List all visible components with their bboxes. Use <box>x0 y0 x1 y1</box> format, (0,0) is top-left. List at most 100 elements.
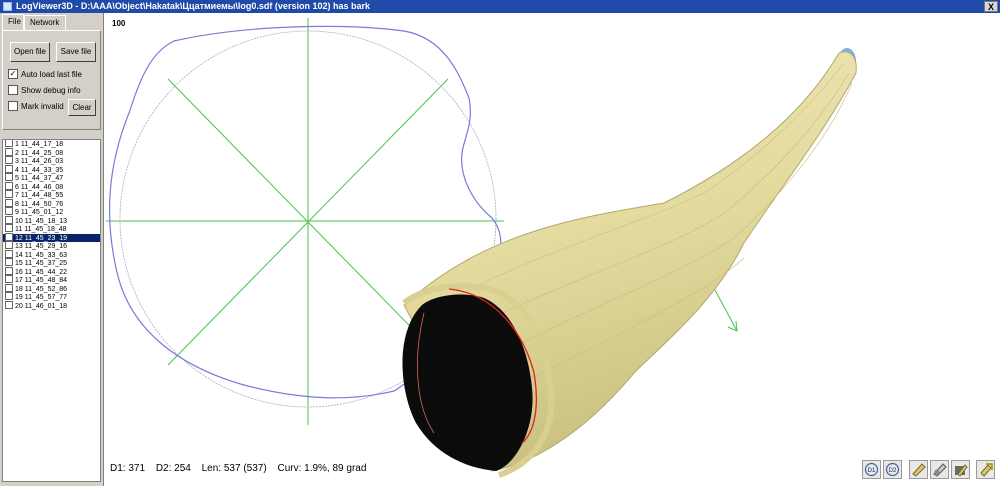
checkbox-icon[interactable] <box>5 249 13 258</box>
list-item-label: 17 11_45_48_84 <box>15 276 68 284</box>
checkbox-icon[interactable] <box>5 156 13 164</box>
list-item-label: 20 11_46_01_18 <box>15 302 68 310</box>
list-item[interactable]: 14 11_45_33_63 <box>3 249 100 260</box>
3d-viewport[interactable]: 100 D1: 371 D2: 254 Len: 537 (537) Curv:… <box>104 13 1000 486</box>
checkbox-icon[interactable] <box>5 283 13 292</box>
d2-view-button[interactable]: D2 <box>883 460 902 479</box>
list-item-label: 4 11_44_33_35 <box>15 166 64 174</box>
list-item[interactable]: 12 11_45_23_19 <box>3 232 100 242</box>
list-item[interactable]: 1 11_44_17_18 <box>3 140 100 149</box>
checkmark-icon: ✓ <box>8 68 18 79</box>
list-item[interactable]: 20 11_46_01_18 <box>3 300 100 311</box>
list-item-label: 13 11_45_29_16 <box>15 242 68 250</box>
list-item-label: 7 11_44_48_55 <box>15 191 64 199</box>
list-item[interactable]: 2 11_44_25_08 <box>3 147 100 158</box>
checkbox-icon[interactable] <box>5 173 13 181</box>
length-value: Len: 537 (537) <box>201 463 267 474</box>
log-file-list[interactable]: 1 11_44_17_18 2 11_44_25_08 3 11_44_26_03 4… <box>2 139 101 482</box>
list-item[interactable]: 19 11_45_57_77 <box>3 292 100 302</box>
rotate-button[interactable] <box>976 460 995 479</box>
list-item-label: 18 11_45_52_86 <box>15 285 68 293</box>
list-item[interactable]: 6 11_44_46_08 <box>3 181 100 192</box>
list-item[interactable]: 8 11_44_50_76 <box>3 198 100 209</box>
list-item-label: 6 11_44_46_08 <box>15 183 64 191</box>
mark-invalid-checkbox[interactable]: Mark invalid <box>8 100 64 113</box>
checkbox-icon[interactable] <box>5 266 13 275</box>
list-item-label: 19 11_45_57_77 <box>15 293 68 301</box>
list-item-label: 2 11_44_25_08 <box>15 149 64 157</box>
checkbox-icon[interactable] <box>5 164 13 173</box>
open-file-button[interactable]: Open file <box>10 42 50 62</box>
list-item[interactable]: 15 11_45_37_25 <box>3 258 100 268</box>
list-item-label: 12 11_45_23_19 <box>15 234 68 242</box>
tab-network[interactable]: Network <box>24 15 66 30</box>
checkbox-icon[interactable] <box>5 241 13 249</box>
svg-text:D2: D2 <box>889 468 897 474</box>
window-title: LogViewer3D - D:\AAA\Object\Hakatak\Ццат… <box>16 1 370 11</box>
list-item-label: 14 11_45_33_63 <box>15 251 68 259</box>
checkbox-icon[interactable] <box>5 275 13 283</box>
d2-value: D2: 254 <box>155 463 191 474</box>
checkbox-icon[interactable] <box>5 232 13 241</box>
show-debug-label: Show debug info <box>21 86 81 95</box>
show-debug-checkbox[interactable]: Show debug info <box>8 84 81 97</box>
list-item-label: 1 11_44_17_18 <box>15 140 64 148</box>
left-panel: File Network Open file Save file ✓ Auto l… <box>0 13 104 486</box>
list-item[interactable]: 7 11_44_48_55 <box>3 190 100 200</box>
log-box-icon <box>955 464 968 477</box>
list-item-label: 5 11_44_37_47 <box>15 174 64 182</box>
svg-text:D1: D1 <box>868 468 876 474</box>
auto-load-label: Auto load last file <box>21 70 82 79</box>
list-item[interactable]: 5 11_44_37_47 <box>3 173 100 183</box>
list-item[interactable]: 18 11_45_52_86 <box>3 283 100 294</box>
list-item[interactable]: 9 11_45_01_12 <box>3 207 100 217</box>
log-settings-button[interactable] <box>930 460 949 479</box>
list-item-label: 11 11_45_18_48 <box>15 225 67 233</box>
title-bar: LogViewer3D - D:\AAA\Object\Hakatak\Ццат… <box>0 0 1000 13</box>
checkbox-icon <box>8 84 18 95</box>
checkbox-icon[interactable] <box>5 147 13 156</box>
scale-label: 100 <box>112 19 126 28</box>
log-yellow-icon <box>912 463 926 477</box>
checkbox-icon[interactable] <box>5 140 13 147</box>
auto-load-checkbox[interactable]: ✓ Auto load last file <box>8 68 82 81</box>
log-3d-scene <box>106 18 857 478</box>
curvature-value: Curv: 1.9%, 89 grad <box>277 463 367 474</box>
list-item[interactable]: 4 11_44_33_35 <box>3 164 100 175</box>
list-item[interactable]: 3 11_44_26_03 <box>3 156 100 166</box>
rotate-arrow-icon <box>980 463 993 477</box>
checkbox-icon[interactable] <box>5 300 13 309</box>
close-button[interactable]: X <box>984 1 998 12</box>
checkbox-icon[interactable] <box>5 224 13 232</box>
app-icon <box>3 2 12 11</box>
checkbox-icon[interactable] <box>5 215 13 224</box>
clear-button[interactable]: Clear <box>68 99 96 116</box>
log-view-button[interactable] <box>909 460 928 479</box>
list-item[interactable]: 11 11_45_18_48 <box>3 224 100 234</box>
checkbox-icon[interactable] <box>5 258 13 266</box>
list-item-label: 3 11_44_26_03 <box>15 157 64 165</box>
list-item[interactable]: 16 11_45_44_22 <box>3 266 100 277</box>
list-item-label: 10 11_45_18_13 <box>15 217 68 225</box>
list-item[interactable]: 17 11_45_48_84 <box>3 275 100 285</box>
list-item[interactable]: 13 11_45_29_16 <box>3 241 100 251</box>
save-file-button[interactable]: Save file <box>56 42 96 62</box>
log-box-button[interactable] <box>951 460 970 479</box>
status-bar: D1: 371 D2: 254 Len: 537 (537) Curv: 1.9… <box>110 463 374 474</box>
d1-view-button[interactable]: D1 <box>862 460 881 479</box>
tab-file[interactable]: File <box>2 14 24 30</box>
list-item-label: 8 11_44_50_76 <box>15 200 64 208</box>
mark-invalid-label: Mark invalid <box>21 102 64 111</box>
d1-value: D1: 371 <box>110 463 146 474</box>
list-item[interactable]: 10 11_45_18_13 <box>3 215 100 226</box>
checkbox-icon[interactable] <box>5 292 13 300</box>
log-gear-icon <box>933 463 947 477</box>
list-item-label: 15 11_45_37_25 <box>15 259 68 267</box>
list-item-label: 9 11_45_01_12 <box>15 208 64 216</box>
checkbox-icon[interactable] <box>5 198 13 207</box>
d2-view-icon: D2 <box>885 462 900 477</box>
checkbox-icon[interactable] <box>5 207 13 215</box>
checkbox-icon[interactable] <box>5 190 13 198</box>
checkbox-icon <box>8 100 18 111</box>
checkbox-icon[interactable] <box>5 181 13 190</box>
